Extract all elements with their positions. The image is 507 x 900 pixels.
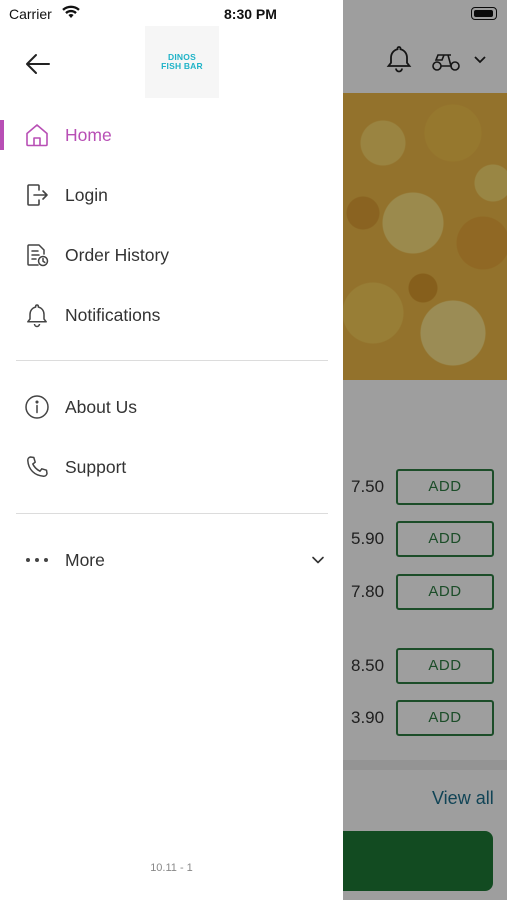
info-icon [25, 395, 49, 419]
restaurant-logo: DINOS FISH BAR [145, 26, 219, 98]
nav-item-support[interactable]: Support [0, 439, 343, 495]
clock: 8:30 PM [224, 6, 277, 22]
chevron-down-icon[interactable] [310, 553, 326, 567]
nav-label-login: Login [65, 185, 108, 205]
carrier-label: Carrier [9, 6, 52, 22]
nav-item-login[interactable]: Login [0, 167, 343, 223]
order-history-icon [27, 244, 49, 267]
nav-item-notifications[interactable]: Notifications [0, 287, 343, 343]
nav-item-order-history[interactable]: Order History [0, 227, 343, 283]
active-indicator [0, 120, 4, 150]
nav-label-support: Support [65, 457, 127, 477]
logo-line: FISH BAR [161, 61, 203, 71]
nav-label-notifications: Notifications [65, 305, 161, 325]
drawer-divider [16, 513, 328, 514]
login-icon [27, 184, 48, 206]
more-dots-icon [26, 558, 48, 562]
nav-label-about-us: About Us [65, 397, 137, 417]
wifi-icon [62, 5, 80, 18]
bell-icon [27, 304, 47, 328]
home-icon [26, 124, 48, 147]
navigation-drawer: Carrier 8:30 PM DINOS FISH BAR Home Logi… [0, 0, 343, 900]
nav-item-more[interactable]: More [0, 532, 343, 588]
nav-label-order-history: Order History [65, 245, 170, 265]
nav-label-more: More [65, 550, 105, 570]
phone-icon [27, 456, 48, 477]
back-arrow-icon[interactable] [24, 50, 52, 78]
app-version: 10.11 - 1 [150, 862, 193, 874]
nav-item-about-us[interactable]: About Us [0, 379, 343, 435]
nav-label-home: Home [65, 125, 112, 145]
drawer-divider [16, 360, 328, 361]
status-bar: Carrier 8:30 PM [0, 0, 343, 28]
nav-item-home[interactable]: Home [0, 107, 343, 163]
